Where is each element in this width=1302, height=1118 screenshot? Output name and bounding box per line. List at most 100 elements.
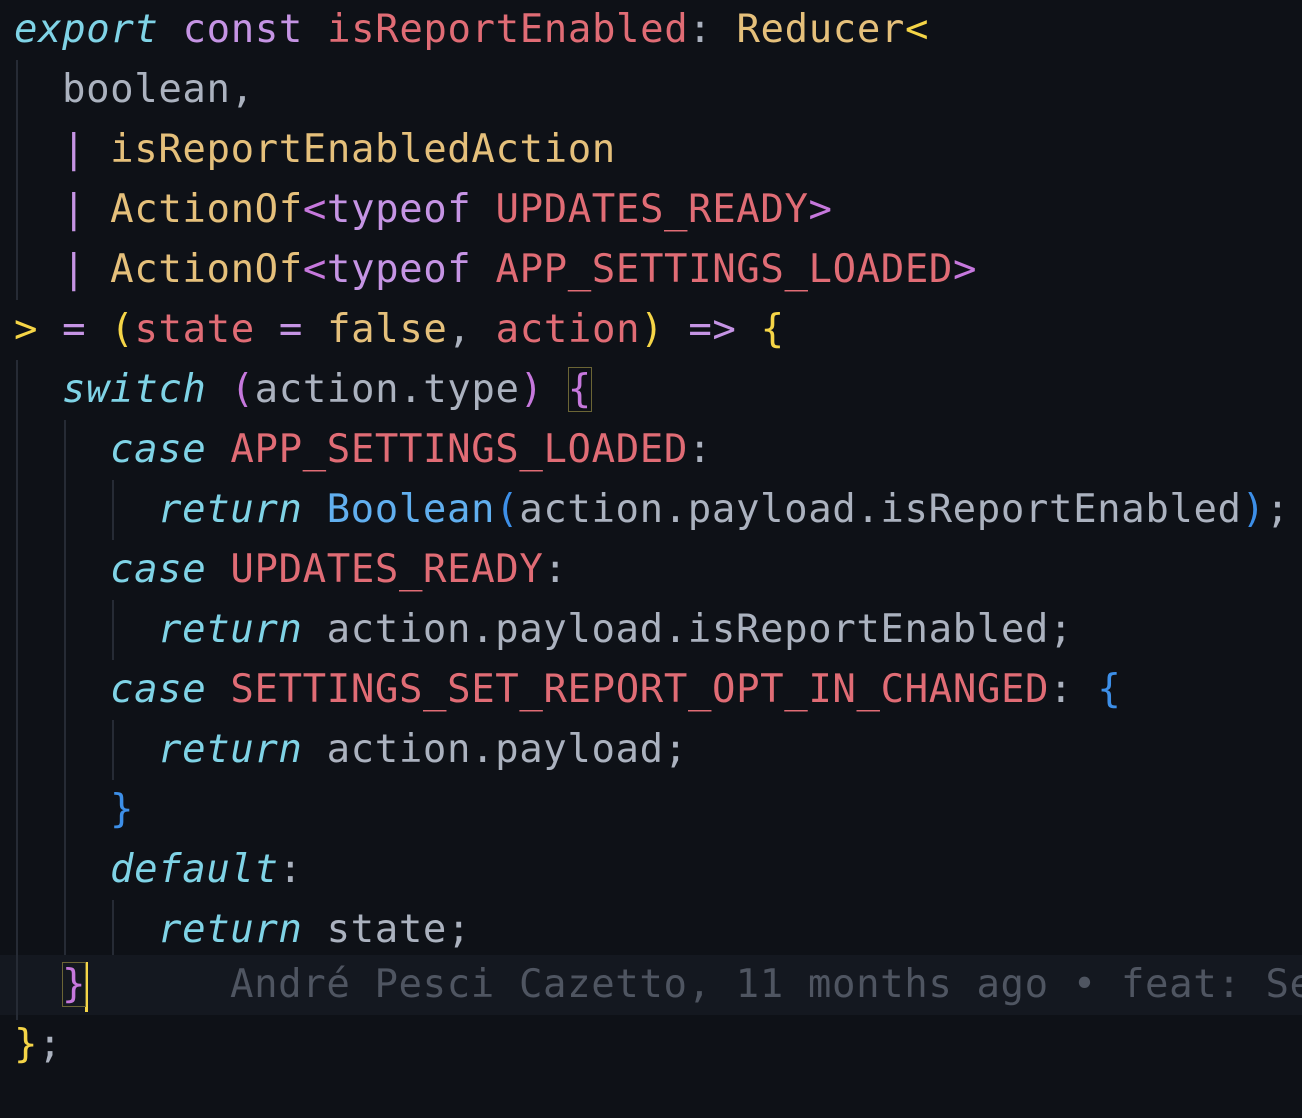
code-line[interactable]: return action.payload;	[158, 720, 688, 780]
code-token: :	[687, 427, 713, 472]
code-token: )	[1241, 487, 1266, 532]
code-token: }	[14, 1022, 39, 1067]
code-token: )	[640, 307, 665, 352]
indent-guide	[64, 420, 66, 960]
code-token: =	[254, 307, 328, 352]
code-line[interactable]: | ActionOf<typeof UPDATES_READY>	[62, 180, 833, 240]
code-token: case	[110, 667, 207, 712]
code-token: >	[953, 247, 978, 292]
code-token: typeof	[326, 247, 472, 292]
code-token: UPDATES_READY	[495, 187, 809, 232]
code-token: (	[110, 307, 135, 352]
code-token: :	[278, 847, 303, 892]
code-token: Reducer	[736, 7, 906, 52]
code-line[interactable]: return state;	[158, 900, 471, 960]
indent-guide	[112, 480, 114, 540]
code-token: >	[14, 307, 39, 352]
code-line[interactable]: case APP_SETTINGS_LOADED:	[110, 420, 712, 480]
code-token: (	[495, 487, 520, 532]
code-token: ActionOf	[110, 247, 303, 292]
code-token: APP_SETTINGS_LOADED	[495, 247, 954, 292]
code-token: const	[182, 7, 303, 52]
code-line[interactable]: case UPDATES_READY:	[110, 540, 568, 600]
code-token: |	[62, 247, 111, 292]
code-line[interactable]: | isReportEnabledAction	[62, 120, 616, 180]
code-line[interactable]: }	[110, 780, 134, 840]
code-token: |	[62, 127, 111, 172]
git-blame-annotation[interactable]: André Pesci Cazetto, 11 months ago • fea…	[230, 955, 1302, 1015]
code-token: =	[38, 307, 111, 352]
current-line[interactable]: } André Pesci Cazetto, 11 months ago • f…	[0, 955, 1302, 1015]
code-token: )	[519, 367, 544, 412]
indent-guide	[16, 60, 18, 300]
code-editor[interactable]: export const isReportEnabled: Reducer< b…	[0, 0, 1302, 1118]
code-token: :	[543, 547, 568, 592]
indent-guide	[112, 900, 114, 960]
text-cursor	[85, 961, 89, 1012]
code-token: ,	[447, 307, 496, 352]
code-token: default	[110, 847, 279, 892]
code-token: typeof	[326, 187, 472, 232]
code-token: action.payload.isReportEnabled	[519, 487, 1242, 532]
code-token: return	[158, 487, 303, 532]
matched-bracket: {	[567, 367, 592, 412]
code-line[interactable]: boolean,	[62, 60, 255, 120]
code-token: <	[905, 7, 930, 52]
code-token: |	[62, 187, 111, 232]
code-token: :	[688, 7, 737, 52]
code-line[interactable]: return action.payload.isReportEnabled;	[158, 600, 1073, 660]
code-token: state	[134, 307, 255, 352]
code-line[interactable]: case SETTINGS_SET_REPORT_OPT_IN_CHANGED:…	[110, 660, 1121, 720]
code-token: return	[158, 907, 303, 952]
indent-guide	[16, 360, 18, 1020]
code-token: =>	[664, 307, 761, 352]
code-token: UPDATES_READY	[230, 547, 544, 592]
code-token: ;	[1265, 487, 1290, 532]
code-line[interactable]: | ActionOf<typeof APP_SETTINGS_LOADED>	[62, 240, 977, 300]
code-token: SETTINGS_SET_REPORT_OPT_IN_CHANGED	[230, 667, 1050, 712]
code-line[interactable]: switch (action.type) {	[62, 360, 592, 420]
code-line[interactable]: > = (state = false, action) => {	[14, 300, 785, 360]
code-token: APP_SETTINGS_LOADED	[230, 427, 688, 472]
code-token: }	[110, 787, 135, 832]
code-line[interactable]: export const isReportEnabled: Reducer<	[14, 0, 929, 60]
code-token: case	[110, 547, 207, 592]
code-token: action.payload;	[326, 727, 688, 772]
code-line[interactable]: };	[14, 1015, 62, 1075]
code-line[interactable]: default:	[110, 840, 303, 900]
indent-guide	[16, 955, 18, 1015]
code-token: state;	[326, 907, 472, 952]
code-token: <	[302, 247, 327, 292]
code-token: ;	[38, 1022, 63, 1067]
code-token: action.payload.isReportEnabled;	[326, 607, 1074, 652]
code-token: <	[302, 187, 327, 232]
code-token: return	[158, 607, 303, 652]
code-token: return	[158, 727, 303, 772]
code-token: false	[327, 307, 448, 352]
code-token: (	[230, 367, 255, 412]
indent-guide	[112, 600, 114, 660]
code-token: boolean,	[62, 67, 255, 112]
code-token: isReportEnabled	[327, 7, 689, 52]
code-line[interactable]: return Boolean(action.payload.isReportEn…	[158, 480, 1290, 540]
code-token: :	[1049, 667, 1098, 712]
code-token: >	[808, 187, 833, 232]
matched-bracket: }	[62, 962, 87, 1007]
code-token: ActionOf	[110, 187, 303, 232]
code-token: case	[110, 427, 207, 472]
code-token: switch	[62, 367, 207, 412]
code-token: Boolean	[326, 487, 496, 532]
code-token: export	[14, 7, 159, 52]
code-token: action.type	[254, 367, 520, 412]
